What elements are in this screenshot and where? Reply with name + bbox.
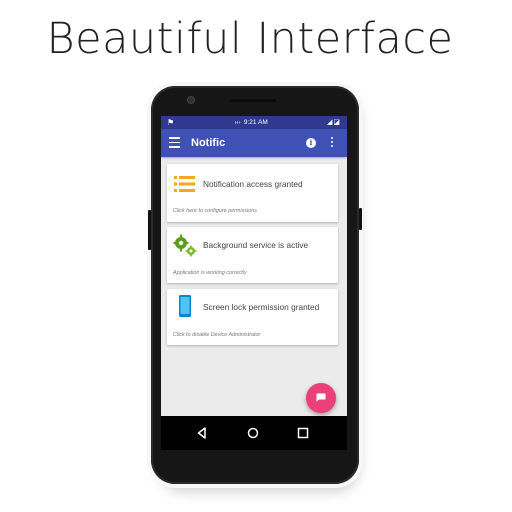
card-screen-lock[interactable]: Screen lock permission granted Click to … [167, 289, 338, 345]
phone-icon [179, 295, 191, 317]
card-title: Screen lock permission granted [203, 302, 320, 312]
info-icon[interactable]: i [306, 138, 316, 148]
speaker-grille [230, 99, 276, 102]
recents-icon[interactable] [295, 425, 311, 441]
battery-icon: ◪ [333, 119, 341, 126]
network-type: H+ [235, 120, 241, 125]
phone-screen: ⚑ H+ 9:21 AM ◢◪ Notific i Notification ac… [161, 116, 347, 416]
navigation-bar [161, 416, 347, 450]
more-vert-icon[interactable] [331, 137, 334, 149]
card-subtitle: Click to disable Device Administrator [173, 332, 261, 338]
power-button [359, 208, 362, 230]
card-title: Notification access granted [203, 179, 303, 189]
card-subtitle: Click here to configure permissions [173, 208, 257, 214]
gears-icon [173, 234, 197, 257]
card-background-service[interactable]: Background service is active Application… [167, 227, 338, 283]
card-subtitle: Application is working correctly [173, 270, 247, 276]
card-notification-access[interactable]: Notification access granted Click here t… [167, 164, 338, 222]
status-bar: ⚑ H+ 9:21 AM ◢◪ [161, 116, 347, 129]
status-time: H+ 9:21 AM [235, 119, 268, 126]
fab-button[interactable] [306, 383, 336, 413]
card-title: Background service is active [203, 240, 309, 250]
front-camera [188, 97, 194, 103]
headline: Beautiful Interface [46, 14, 454, 64]
back-icon[interactable] [194, 425, 210, 441]
app-bar: Notific i [161, 129, 347, 157]
app-title: Notific [191, 137, 226, 149]
message-icon [316, 393, 326, 402]
hamburger-menu-icon[interactable] [169, 137, 180, 148]
home-icon[interactable] [245, 425, 261, 441]
notification-pin-icon: ⚑ [167, 118, 175, 127]
list-icon [174, 176, 195, 192]
volume-button [148, 210, 151, 250]
clock: 9:21 AM [243, 119, 268, 126]
status-icons: ◢◪ [327, 118, 341, 126]
